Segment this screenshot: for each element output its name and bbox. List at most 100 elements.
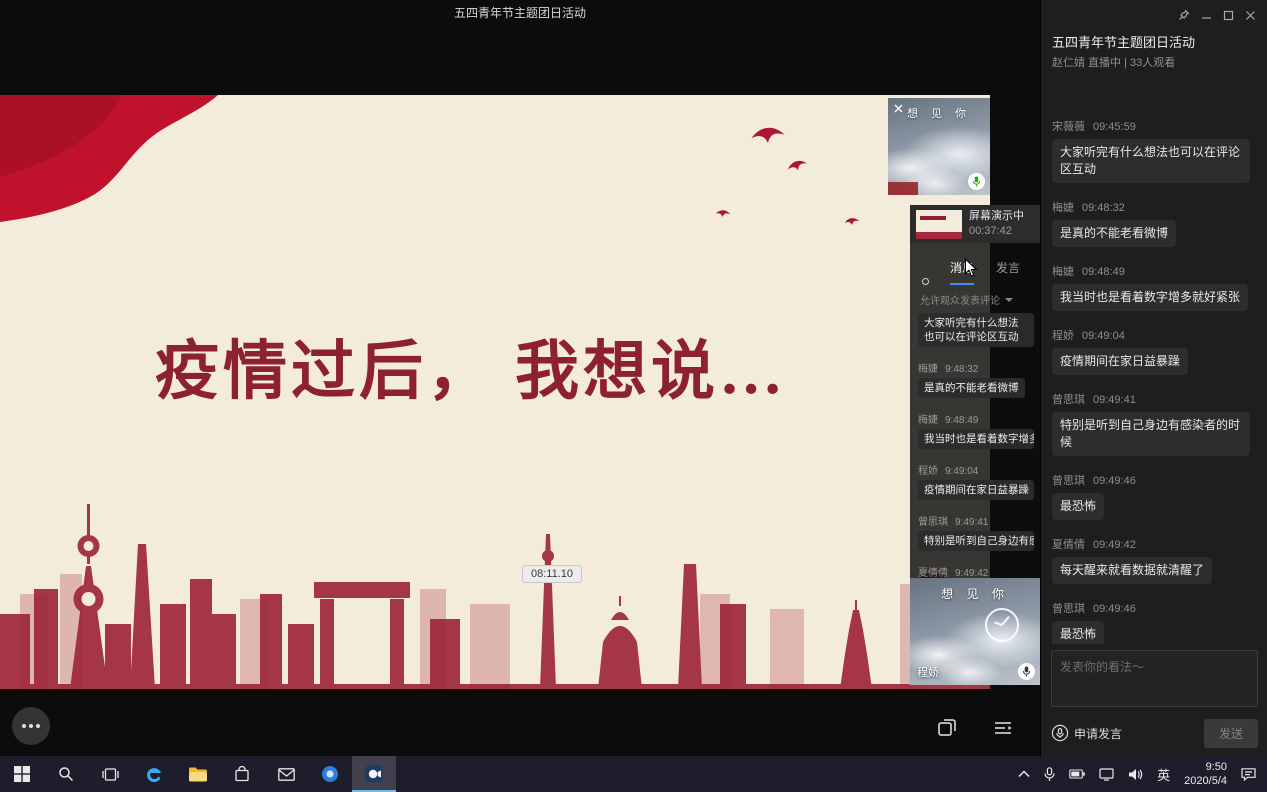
file-explorer-icon[interactable] [176,756,220,792]
comment-input-box [1051,650,1258,707]
meeting-app-taskbar-icon[interactable] [352,756,396,792]
chat-bubble: 大家听完有什么想法也可以在评论区互动 [1052,139,1250,183]
speaker-name-label: 程娇 [917,664,939,680]
overlay-message-meta: 曾思琪9:49:41 [918,513,1034,528]
chat-message-meta: 夏倩倩 09:49:42 [1052,536,1257,552]
search-icon[interactable] [44,756,88,792]
mouse-cursor [964,258,978,278]
pin-icon[interactable] [1173,6,1195,24]
display-network-icon[interactable] [1092,756,1121,792]
microphone-icon [968,173,985,190]
sidebar-message-list[interactable]: 宋薇薇09:45:59 大家听完有什么想法也可以在评论区互动 梅婕09:48:3… [1052,86,1257,644]
chat-sender-name: 宋薇薇 [1052,121,1085,133]
panel-toggle-icon[interactable] [984,709,1022,747]
tray-time: 9:50 [1184,760,1227,774]
chat-message-meta: 宋薇薇09:45:59 [1052,118,1257,134]
request-speak-button[interactable]: 申请发言 [1051,724,1122,742]
chat-message-meta: 曾思琪09:49:41 [1052,391,1257,407]
bird-icon [748,121,788,147]
chat-bubble: 我当时也是看着数字增多就好紧张 [918,429,1034,449]
tray-microphone-icon[interactable] [1037,756,1062,792]
chat-bubble: 疫情期间在家日益暴躁 [918,480,1034,500]
chat-message: 梅婕09:48:32 是真的不能老看微博 [1052,199,1257,247]
minimize-icon[interactable] [1195,6,1217,24]
send-button[interactable]: 发送 [1204,719,1258,748]
task-view-icon[interactable] [88,756,132,792]
slide-title-text: 疫情过后， 我想说… [155,320,787,412]
chat-sender-name: 梅婕 [918,364,938,375]
mail-icon[interactable] [264,756,308,792]
more-options-button[interactable] [12,707,50,745]
battery-icon[interactable] [1062,756,1092,792]
chat-bubble: 每天醒来就看数据就清醒了 [1052,557,1212,584]
shared-slide: 疫情过后， 我想说… [0,95,990,689]
live-title: 五四青年节主题团日活动 [1052,32,1195,51]
overlay-chat-message: 程娇9:49:04 疫情期间在家日益暴躁 [918,462,1034,505]
layout-switch-button[interactable] [928,709,966,747]
chat-timestamp: 09:49:41 [1093,394,1136,406]
bird-icon [843,215,861,227]
overlay-chat-message: 曾思琪9:49:41 特别是听到自己身边有感染者的时候 [918,513,1034,556]
chat-timestamp: 09:49:04 [1082,330,1125,342]
windows-taskbar: 英 9:50 2020/5/4 [0,756,1267,792]
start-button[interactable] [0,756,44,792]
chat-sender-name: 夏倩倩 [1052,539,1085,551]
speaker-icon[interactable] [1121,756,1150,792]
participant-video-tile[interactable]: 想 见 你 [888,98,990,195]
microphone-circle-icon [1051,724,1069,742]
browser-app-icon[interactable] [308,756,352,792]
window-controls [1173,6,1261,24]
participant-video-tile[interactable]: 想 见 你 程娇 [910,578,1040,685]
chat-message: 宋薇薇09:45:59 大家听完有什么想法也可以在评论区互动 [1052,118,1257,183]
comment-permission-label: 允许观众发表评论 [920,292,1000,307]
overlay-message-meta: 梅婕9:48:32 [918,360,1034,375]
edge-browser-icon[interactable] [132,756,176,792]
red-flag-graphic [0,95,220,227]
presentation-stage: 五四青年节主题团日活动 疫情过后， 我想说… [0,0,1040,756]
chat-bubble: 特别是听到自己身边有感染者的时候 [918,531,1034,551]
meeting-window: 五四青年节主题团日活动 疫情过后， 我想说… [0,0,1267,792]
share-timer: 00:37:42 [969,224,1024,239]
action-center-icon[interactable] [1234,756,1263,792]
city-skyline-graphic [0,504,990,689]
chat-message: 梅婕09:48:49 我当时也是看着数字增多就好紧张 [1052,263,1257,311]
overlay-message-meta: 梅婕9:48:49 [918,411,1034,426]
comment-input[interactable] [1052,651,1257,706]
chat-timestamp: 09:49:42 [1093,539,1136,551]
tab-speak[interactable]: 发言 [996,259,1020,285]
share-thumbnail [916,210,962,239]
chat-message-meta: 曾思琪09:49:46 [1052,472,1257,488]
chat-timestamp: 9:48:49 [945,415,978,426]
overlay-chat-message: 梅婕9:48:49 我当时也是看着数字增多就好紧张 [918,411,1034,454]
chat-timestamp: 09:49:46 [1093,475,1136,487]
microphone-icon [1018,663,1035,680]
poster-title-text: 想 见 你 [910,585,1040,602]
chat-bubble: 是真的不能老看微博 [918,378,1025,398]
close-icon[interactable] [891,101,905,115]
maximize-icon[interactable] [1217,6,1239,24]
overlay-chat-message: 大家听完有什么想法也可以在评论区互动 [918,313,1034,352]
overlay-message-meta: 程娇9:49:04 [918,462,1034,477]
chat-sender-name: 梅婕 [1052,266,1074,278]
playback-time-tooltip: 08:11.10 [522,565,582,583]
collapse-dot-icon[interactable] [922,278,929,285]
chat-message-meta: 梅婕09:48:32 [1052,199,1257,215]
chat-bubble: 是真的不能老看微博 [1052,220,1176,247]
screen-share-panel[interactable]: 屏幕演示中 00:37:42 [910,205,1040,243]
tray-date: 2020/5/4 [1184,774,1227,788]
hidden-icons-chevron[interactable] [1011,756,1037,792]
chat-timestamp: 09:49:46 [1093,603,1136,615]
comment-permission-control[interactable]: 允许观众发表评论 [920,292,1034,307]
clock[interactable]: 9:50 2020/5/4 [1177,756,1234,792]
chat-bubble: 我当时也是看着数字增多就好紧张 [1052,284,1248,311]
chat-bubble: 疫情期间在家日益暴躁 [1052,348,1188,375]
chat-bubble: 最恐怖 [1052,621,1104,644]
input-method-indicator[interactable]: 英 [1150,756,1177,792]
sidebar-footer: 申请发言 发送 [1051,718,1258,748]
chat-sender-name: 梅婕 [1052,202,1074,214]
chat-message: 程娇09:49:04 疫情期间在家日益暴躁 [1052,327,1257,375]
store-icon[interactable] [220,756,264,792]
chat-sender-name: 曾思琪 [1052,603,1085,615]
close-icon[interactable] [1239,6,1261,24]
live-status-line: 赵仁婧 直播中 | 33人观看 [1052,54,1175,70]
